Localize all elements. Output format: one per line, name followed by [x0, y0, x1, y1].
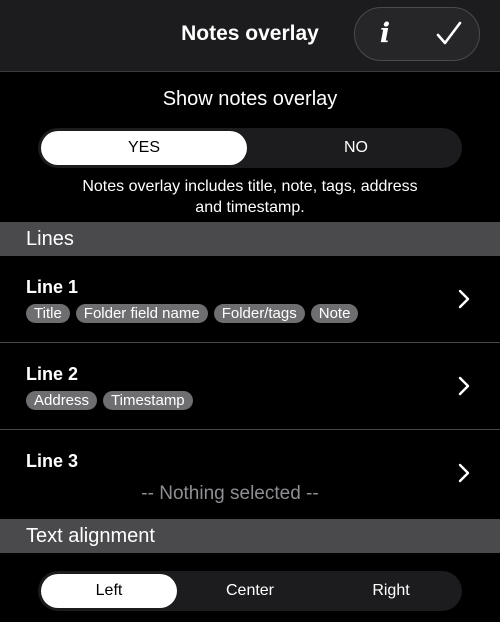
overlay-heading: Show notes overlay — [162, 88, 338, 110]
line-1-row[interactable]: Line 1 Title Folder field name Folder/ta… — [0, 257, 500, 343]
done-button[interactable] — [425, 8, 471, 60]
line-2-row[interactable]: Line 2 Address Timestamp — [0, 344, 500, 430]
line-2-title: Line 2 — [26, 364, 79, 384]
line-1-title: Line 1 — [26, 277, 79, 297]
tag-timestamp: Timestamp — [103, 391, 193, 410]
line-3-title: Line 3 — [26, 451, 79, 471]
tag-folder-tags: Folder/tags — [213, 304, 305, 323]
tag-note: Note — [310, 304, 359, 323]
header-actions-pill: i — [354, 7, 480, 61]
chevron-right-icon — [458, 289, 470, 309]
line-2-tags: Address Timestamp — [26, 391, 193, 410]
tag-folder-field-name: Folder field name — [75, 304, 208, 323]
line-3-row[interactable]: Line 3 -- Nothing selected -- — [0, 431, 500, 517]
chevron-right-icon — [458, 463, 470, 483]
overlay-description-line-1: Notes overlay includes title, note, tags… — [82, 178, 418, 195]
overlay-toggle: YES NO — [38, 128, 462, 168]
tag-title: Title — [26, 304, 70, 323]
info-icon[interactable]: i — [365, 8, 405, 60]
alignment-section-header: Text alignment — [0, 519, 500, 553]
chevron-right-icon — [458, 376, 470, 396]
alignment-segmented-control: Left Center Right — [38, 571, 462, 611]
overlay-description-line-2: and timestamp. — [195, 199, 305, 216]
checkmark-icon — [436, 21, 462, 45]
lines-section-header: Lines — [0, 222, 500, 256]
overlay-description: Notes overlay includes title, note, tags… — [40, 176, 460, 218]
line-3-empty-placeholder: -- Nothing selected -- — [141, 483, 319, 504]
align-left-option[interactable]: Left — [41, 574, 177, 608]
tag-address: Address — [26, 391, 98, 410]
overlay-no-option[interactable]: NO — [253, 131, 459, 165]
nav-header: Notes overlay i — [0, 0, 500, 72]
align-center-option[interactable]: Center — [182, 574, 318, 608]
overlay-yes-option[interactable]: YES — [41, 131, 247, 165]
align-right-option[interactable]: Right — [323, 574, 459, 608]
line-1-tags: Title Folder field name Folder/tags Note — [26, 304, 359, 323]
